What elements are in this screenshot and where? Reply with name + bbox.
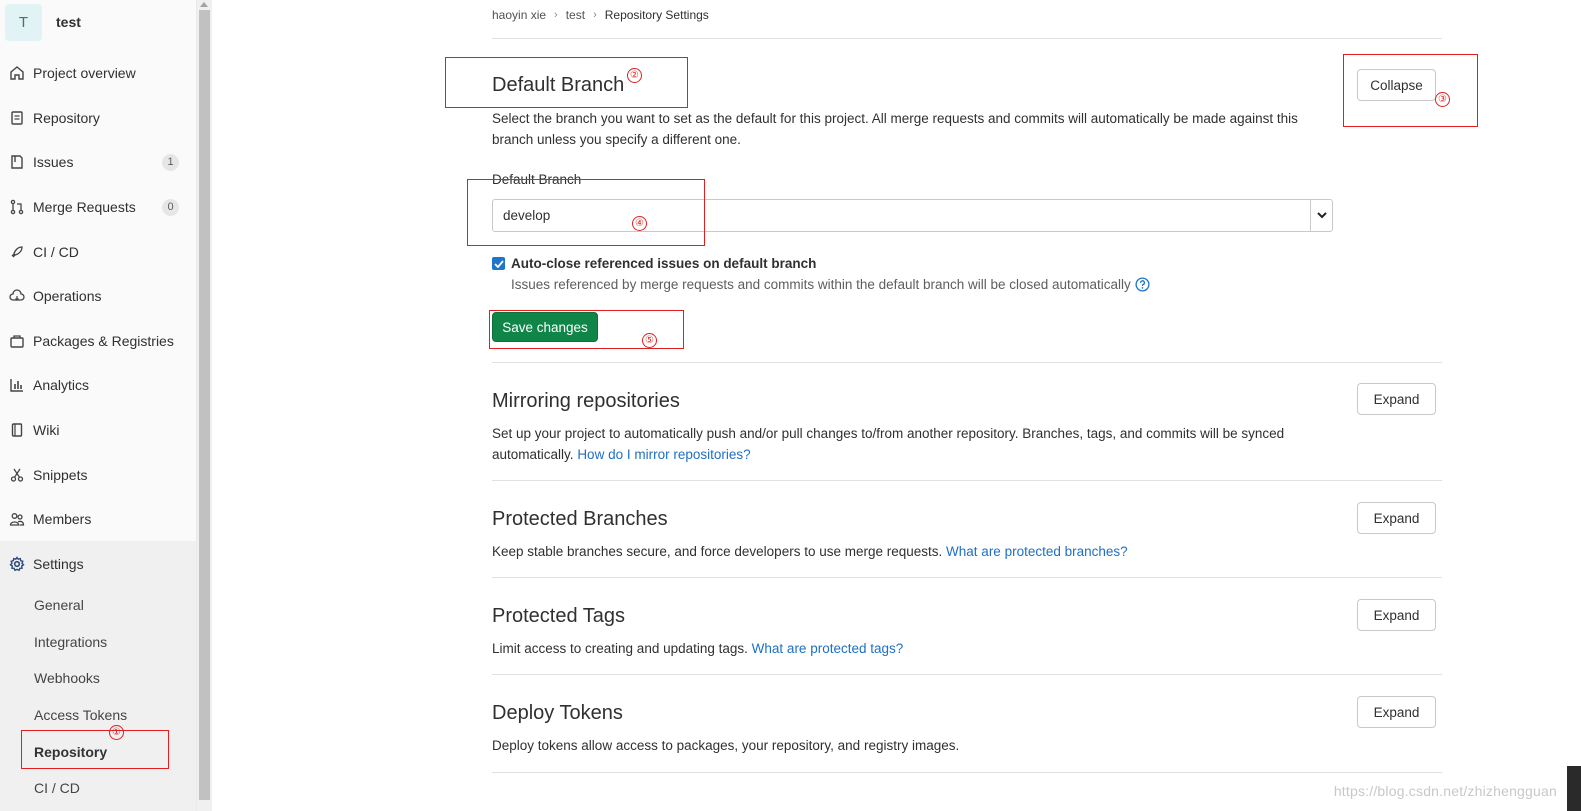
mirroring-title: Mirroring repositories (492, 390, 680, 412)
auto-close-checkbox[interactable] (492, 257, 505, 270)
issues-icon (9, 154, 25, 170)
annotation-marker-3: ③ (1435, 92, 1450, 107)
divider (492, 674, 1442, 675)
sidebar-item-repository[interactable]: Repository (0, 96, 196, 140)
sidebar-item-label: Packages & Registries (33, 333, 174, 349)
checkmark-icon (493, 259, 504, 268)
question-circle-icon[interactable] (1135, 277, 1150, 292)
protected-tags-description: Limit access to creating and updating ta… (492, 638, 1332, 659)
annotation-marker-2: ② (627, 68, 642, 83)
sidebar-item-label: Analytics (33, 377, 90, 393)
annotation-box-2 (445, 57, 688, 108)
scroll-up-arrow-icon[interactable] (200, 2, 208, 7)
auto-close-help: Issues referenced by merge requests and … (511, 277, 1150, 292)
sidebar: T test Project overview Repository Issue… (0, 0, 197, 811)
home-icon (9, 65, 25, 81)
settings-sub-integrations[interactable]: Integrations (34, 634, 107, 650)
sidebar-item-label: Settings (33, 556, 84, 572)
sidebar-item-wiki[interactable]: Wiki (0, 408, 196, 452)
package-icon (9, 333, 25, 349)
cloud-icon (9, 288, 25, 304)
settings-sub-access-tokens[interactable]: Access Tokens (34, 707, 127, 723)
project-name: test (56, 14, 81, 30)
sidebar-item-label: Project overview (33, 65, 136, 81)
users-icon (9, 511, 25, 527)
protected-tags-description-text: Limit access to creating and updating ta… (492, 641, 748, 656)
sidebar-scrollbar[interactable] (197, 0, 212, 811)
divider (492, 772, 1442, 773)
document-icon (9, 110, 25, 126)
chart-icon (9, 377, 25, 393)
merge-requests-count-badge: 0 (162, 198, 179, 216)
project-header[interactable]: T test (0, 0, 196, 44)
protected-tags-title: Protected Tags (492, 605, 626, 627)
sidebar-item-label: Issues (33, 154, 74, 170)
sidebar-item-members[interactable]: Members (0, 497, 196, 541)
scissors-icon (9, 467, 25, 483)
divider (492, 480, 1442, 481)
deploy-tokens-description: Deploy tokens allow access to packages, … (492, 738, 960, 753)
sidebar-item-label: Snippets (33, 467, 88, 483)
sidebar-item-label: CI / CD (33, 244, 79, 260)
protected-branches-description: Keep stable branches secure, and force d… (492, 541, 1332, 562)
deploy-tokens-title: Deploy Tokens (492, 702, 623, 724)
annotation-marker-4: ④ (632, 216, 647, 231)
rocket-icon (9, 244, 25, 260)
mirroring-description: Set up your project to automatically pus… (492, 423, 1332, 465)
divider (492, 577, 1442, 578)
divider (492, 38, 1442, 39)
annotation-box-3 (1343, 54, 1478, 127)
annotation-marker-5: ⑤ (642, 333, 657, 348)
sidebar-item-packages-registries[interactable]: Packages & Registries (0, 319, 196, 363)
sidebar-item-label: Wiki (33, 422, 60, 438)
watermark: https://blog.csdn.net/zhizhengguan (1333, 783, 1557, 799)
chevron-right-icon: › (593, 9, 597, 21)
breadcrumb-project[interactable]: test (566, 8, 585, 22)
sidebar-item-label: Repository (33, 110, 100, 126)
protected-branches-expand-button[interactable]: Expand (1357, 502, 1436, 534)
project-avatar: T (5, 3, 42, 41)
sidebar-item-operations[interactable]: Operations (0, 274, 196, 318)
annotation-box-4 (467, 179, 705, 246)
merge-request-icon (9, 199, 25, 215)
edge-block (1567, 766, 1581, 811)
settings-sub-webhooks[interactable]: Webhooks (34, 670, 100, 686)
breadcrumb: haoyin xie › test › Repository Settings (492, 8, 709, 22)
protected-branches-title: Protected Branches (492, 508, 668, 530)
divider (492, 362, 1442, 363)
sidebar-item-ci-cd[interactable]: CI / CD (0, 230, 196, 274)
issues-count-badge: 1 (162, 153, 179, 171)
gear-icon (9, 556, 25, 572)
settings-sub-general[interactable]: General (34, 597, 84, 613)
protected-tags-expand-button[interactable]: Expand (1357, 599, 1436, 631)
chevron-down-icon[interactable] (1310, 200, 1332, 231)
annotation-box-1 (21, 730, 169, 769)
book-icon (9, 422, 25, 438)
annotation-marker-1: ① (109, 725, 124, 740)
sidebar-item-label: Merge Requests (33, 199, 136, 215)
sidebar-item-merge-requests[interactable]: Merge Requests 0 (0, 185, 196, 229)
sidebar-item-issues[interactable]: Issues 1 (0, 140, 196, 184)
protected-tags-help-link[interactable]: What are protected tags? (752, 641, 904, 656)
sidebar-item-analytics[interactable]: Analytics (0, 363, 196, 407)
mirroring-help-link[interactable]: How do I mirror repositories? (577, 447, 750, 462)
breadcrumb-current[interactable]: Repository Settings (605, 8, 709, 22)
protected-branches-help-link[interactable]: What are protected branches? (946, 544, 1128, 559)
protected-branches-description-text: Keep stable branches secure, and force d… (492, 544, 943, 559)
sidebar-item-snippets[interactable]: Snippets (0, 453, 196, 497)
breadcrumb-user[interactable]: haoyin xie (492, 8, 546, 22)
auto-close-help-text: Issues referenced by merge requests and … (511, 277, 1131, 292)
settings-sub-ci-cd[interactable]: CI / CD (34, 780, 80, 796)
main-content: haoyin xie › test › Repository Settings … (212, 0, 1581, 811)
auto-close-label[interactable]: Auto-close referenced issues on default … (511, 256, 816, 271)
default-branch-description: Select the branch you want to set as the… (492, 111, 1298, 147)
sidebar-item-label: Members (33, 511, 92, 527)
sidebar-item-label: Operations (33, 288, 102, 304)
deploy-tokens-expand-button[interactable]: Expand (1357, 696, 1436, 728)
sidebar-item-project-overview[interactable]: Project overview (0, 51, 196, 95)
sidebar-item-settings[interactable]: Settings (0, 542, 196, 586)
mirroring-expand-button[interactable]: Expand (1357, 383, 1436, 415)
scrollbar-thumb[interactable] (199, 10, 210, 800)
chevron-right-icon: › (554, 9, 558, 21)
